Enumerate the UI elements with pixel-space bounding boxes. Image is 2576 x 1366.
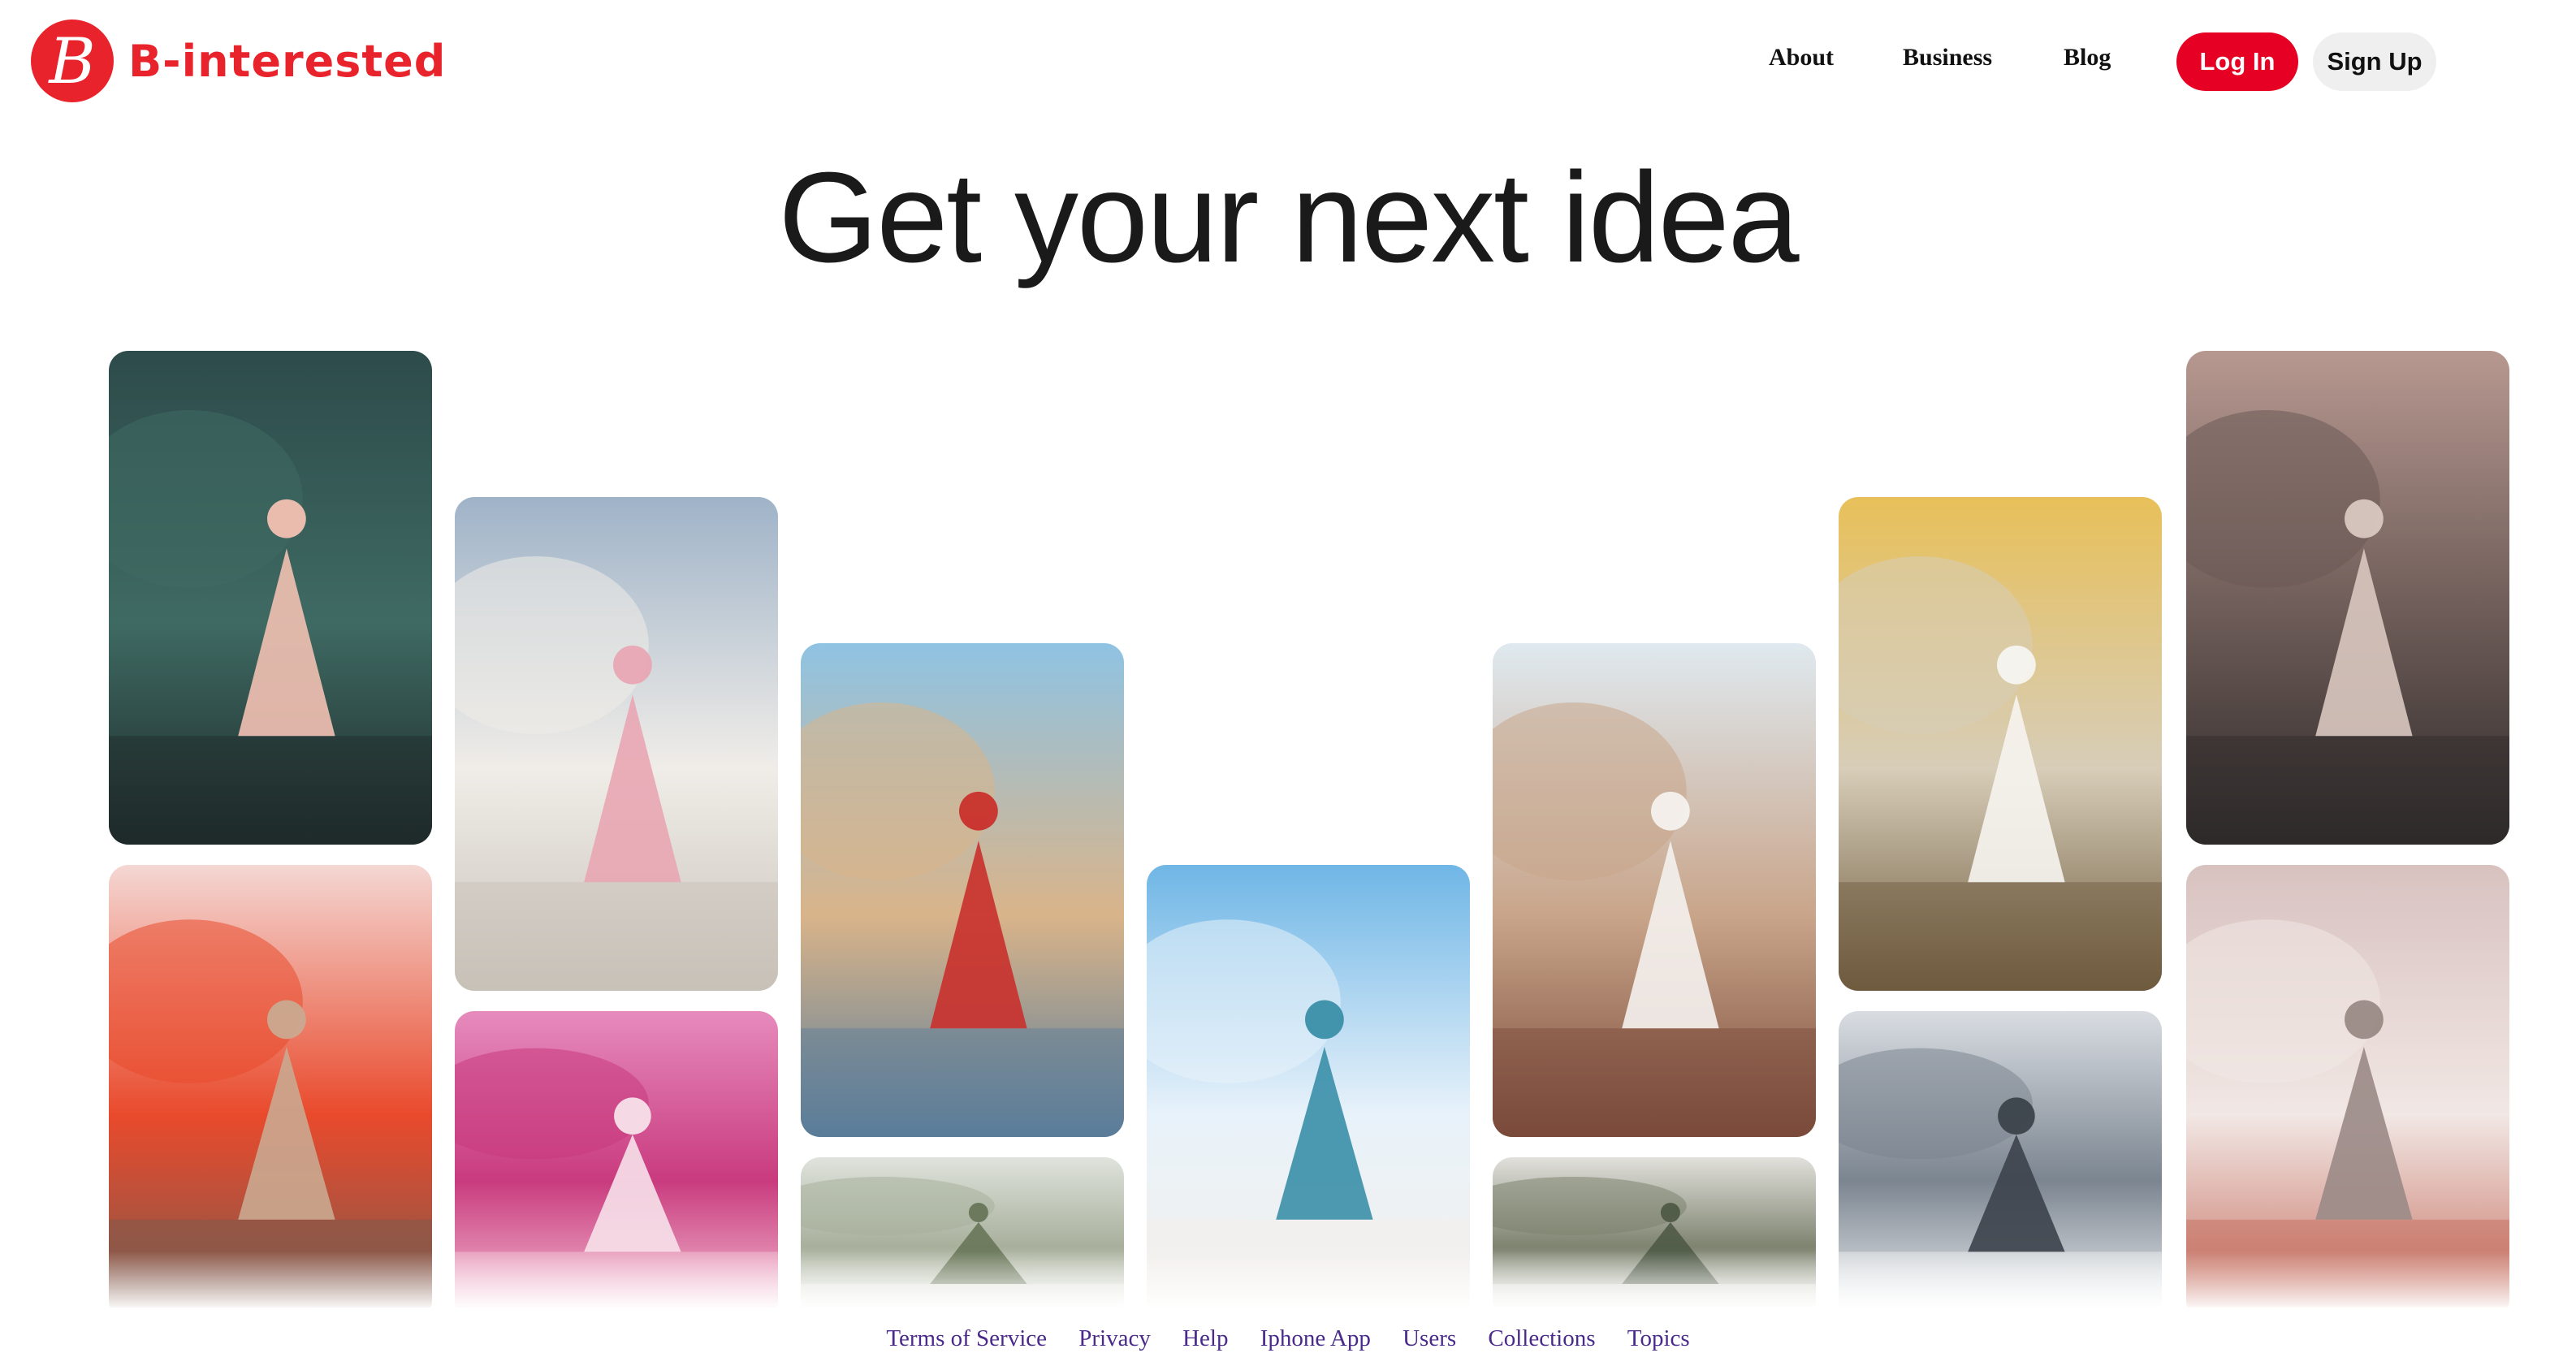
footer-links: Terms of Service Privacy Help Iphone App…	[0, 1325, 2576, 1352]
grid-fade	[0, 1251, 2576, 1311]
pin-tile[interactable]	[455, 497, 778, 991]
pin-tile[interactable]	[2186, 351, 2509, 845]
pin-tile[interactable]	[109, 351, 432, 845]
santorini-pink-dress-photo	[455, 497, 778, 991]
footer-topics-link[interactable]: Topics	[1627, 1325, 1690, 1352]
pin-tile[interactable]	[1493, 643, 1816, 1137]
footer-terms-link[interactable]: Terms of Service	[886, 1325, 1047, 1352]
pin-tile[interactable]	[1839, 497, 2162, 991]
footer-collections-link[interactable]: Collections	[1488, 1325, 1595, 1352]
footer-iphone-app-link[interactable]: Iphone App	[1260, 1325, 1371, 1352]
street-fashion-skirt-photo	[2186, 351, 2509, 845]
pin-grid	[0, 0, 2576, 1366]
footer-help-link[interactable]: Help	[1182, 1325, 1228, 1352]
footer-privacy-link[interactable]: Privacy	[1078, 1325, 1151, 1352]
autumn-lake-white-dress-photo	[1839, 497, 2162, 991]
pin-tile[interactable]	[801, 643, 1124, 1137]
snow-teddy-bear-photo	[1493, 643, 1816, 1137]
eiffel-carousel-balloons-photo	[801, 643, 1124, 1137]
woman-pink-skirt-garden-photo	[109, 351, 432, 845]
footer-users-link[interactable]: Users	[1403, 1325, 1456, 1352]
